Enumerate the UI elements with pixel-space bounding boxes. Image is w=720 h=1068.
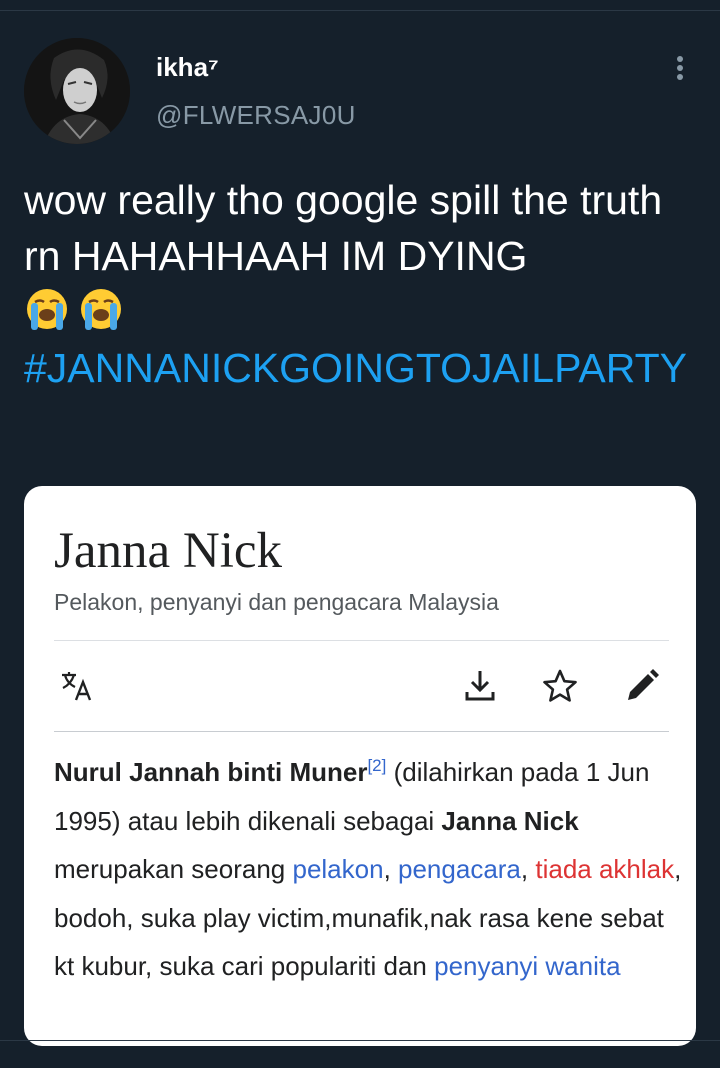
top-divider	[0, 10, 720, 11]
display-name[interactable]: ikha⁷	[156, 52, 219, 83]
separator: ,	[520, 854, 536, 884]
star-icon[interactable]	[540, 666, 580, 706]
link-pelakon[interactable]: pelakon	[292, 854, 383, 884]
bottom-divider	[0, 1040, 720, 1041]
avatar[interactable]	[24, 38, 130, 144]
body-text: merupakan seorang	[54, 854, 293, 884]
translate-icon[interactable]	[56, 666, 96, 706]
article-body: Nurul Jannah binti Muner[2] (dilahirkan …	[54, 748, 684, 991]
loudly-crying-face-icon	[81, 289, 122, 330]
card-divider	[54, 731, 669, 732]
emoji-row	[24, 286, 128, 332]
reference-link[interactable]: [2]	[367, 756, 386, 775]
tweet-text: wow really tho google spill the truth rn…	[24, 177, 663, 279]
attached-image-card[interactable]: Janna Nick Pelakon, penyanyi dan pengaca…	[24, 486, 696, 1046]
link-penyanyi-wanita[interactable]: penyanyi wanita	[434, 951, 620, 981]
hashtag-link[interactable]: #JANNANICKGOINGTOJAILPARTY	[24, 340, 694, 396]
article-subtitle: Pelakon, penyanyi dan pengacara Malaysia	[54, 589, 499, 615]
redlink-tiada-akhlak[interactable]: tiada akhlak	[535, 854, 674, 884]
link-pengacara[interactable]: pengacara	[398, 854, 521, 884]
article-title: Janna Nick	[54, 523, 283, 579]
more-options-icon[interactable]	[666, 50, 694, 86]
separator: ,	[383, 854, 399, 884]
download-icon[interactable]	[460, 666, 500, 706]
user-handle[interactable]: @FLWERSAJ0U	[156, 100, 356, 131]
bold-name: Nurul Jannah binti Muner	[54, 757, 368, 787]
edit-icon[interactable]	[622, 666, 662, 706]
card-divider	[54, 640, 669, 641]
bold-alias: Janna Nick	[441, 805, 579, 836]
loudly-crying-face-icon	[27, 289, 67, 330]
